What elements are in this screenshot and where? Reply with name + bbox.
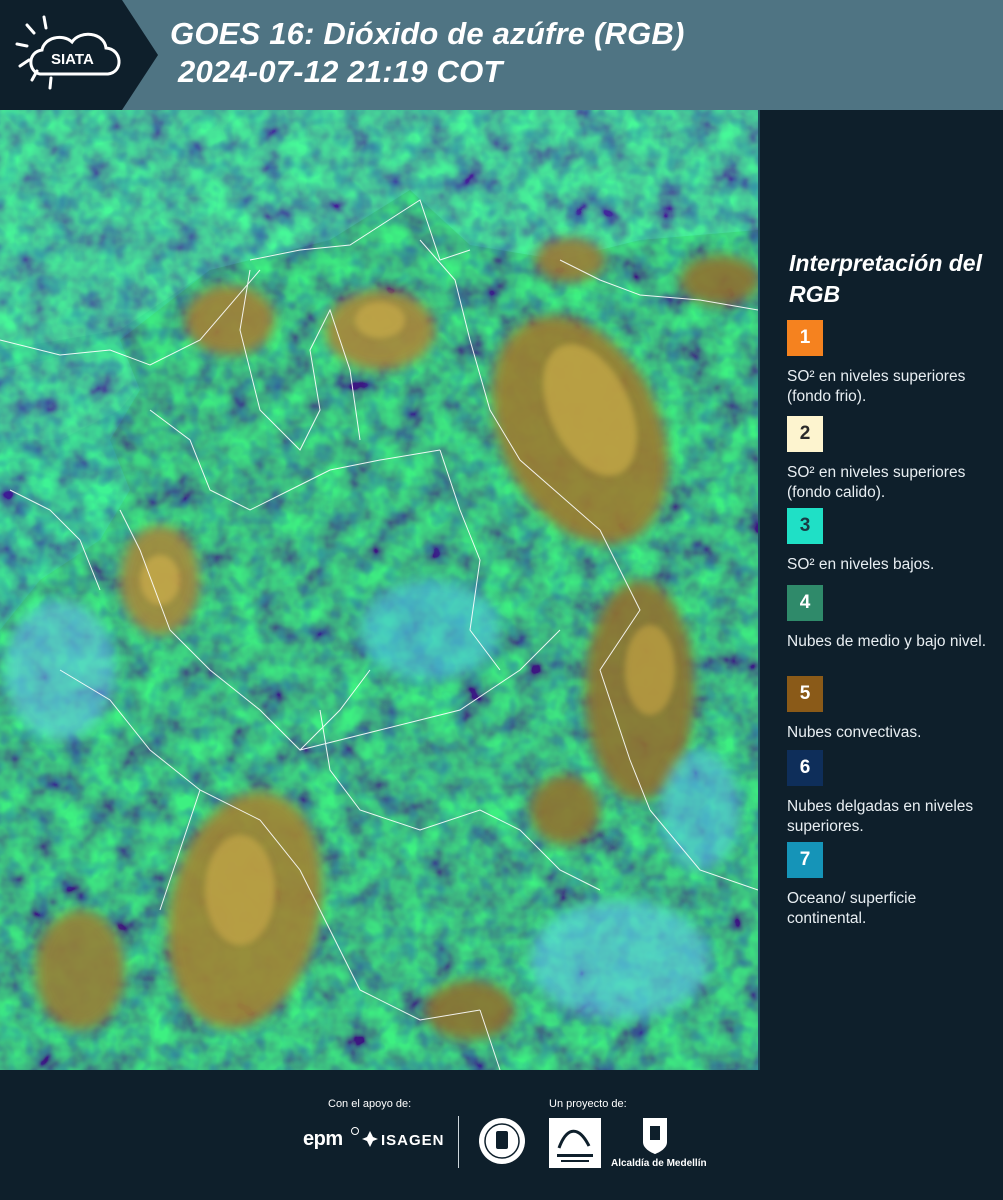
alcaldia-label: Alcaldía de Medellín	[611, 1158, 707, 1169]
logo-text: SIATA	[51, 51, 94, 68]
page-timestamp: 2024-07-12 21:19 COT	[178, 54, 503, 89]
support-label: Con el apoyo de:	[328, 1098, 412, 1110]
legend-swatch: 1	[787, 320, 823, 356]
legend-item-3: 3 SO² en niveles bajos.	[787, 508, 997, 575]
legend-item-text: SO² en niveles superiores (fondo frio).	[787, 368, 966, 405]
legend-swatch: 5	[787, 676, 823, 712]
legend-item-6: 6 Nubes delgadas en niveles superiores.	[787, 750, 997, 837]
page-title: GOES 16: Dióxido de azúfre (RGB)	[170, 16, 685, 51]
area-metropolitana-logo-icon	[549, 1118, 601, 1168]
legend-item-text: Nubes delgadas en niveles superiores.	[787, 798, 974, 835]
footer-divider	[458, 1116, 459, 1168]
legend-item-4: 4 Nubes de medio y bajo nivel.	[787, 585, 997, 652]
header-bar: SIATA GOES 16: Dióxido de azúfre (RGB) 2…	[0, 0, 1003, 110]
legend-swatch: 2	[787, 416, 823, 452]
medellin-seal-icon	[479, 1118, 525, 1164]
legend-swatch: 4	[787, 585, 823, 621]
legend-item-text: Nubes convectivas.	[787, 724, 922, 741]
legend-item-5: 5 Nubes convectivas.	[787, 676, 997, 743]
alcaldia-shield-icon	[643, 1118, 667, 1154]
legend-swatch: 6	[787, 750, 823, 786]
legend-item-text: SO² en niveles bajos.	[787, 556, 935, 573]
legend-item-2: 2 SO² en niveles superiores (fondo calid…	[787, 416, 997, 503]
registered-mark-icon	[351, 1127, 359, 1135]
isagen-mark-icon	[362, 1131, 378, 1147]
legend-item-text: Nubes de medio y bajo nivel.	[787, 633, 987, 650]
legend-item-text: SO² en niveles superiores (fondo calido)…	[787, 464, 966, 501]
legend-swatch: 7	[787, 842, 823, 878]
legend-swatch: 3	[787, 508, 823, 544]
legend-title: Interpretación del RGB	[789, 250, 982, 307]
legend-item-1: 1 SO² en niveles superiores (fondo frio)…	[787, 320, 997, 407]
epm-logo: epm	[303, 1128, 343, 1150]
legend-item-text: Oceano/ superficie continental.	[787, 890, 917, 927]
legend-item-7: 7 Oceano/ superficie continental.	[787, 842, 997, 929]
footer: Con el apoyo de: Un proyecto de: epm ISA…	[0, 1070, 1003, 1200]
satellite-map	[0, 110, 758, 1070]
legend-panel: Interpretación del RGB 1 SO² en niveles …	[760, 110, 1003, 1070]
project-label: Un proyecto de:	[549, 1098, 627, 1110]
isagen-logo: ISAGEN	[381, 1132, 445, 1149]
siata-logo: SIATA	[0, 0, 158, 110]
